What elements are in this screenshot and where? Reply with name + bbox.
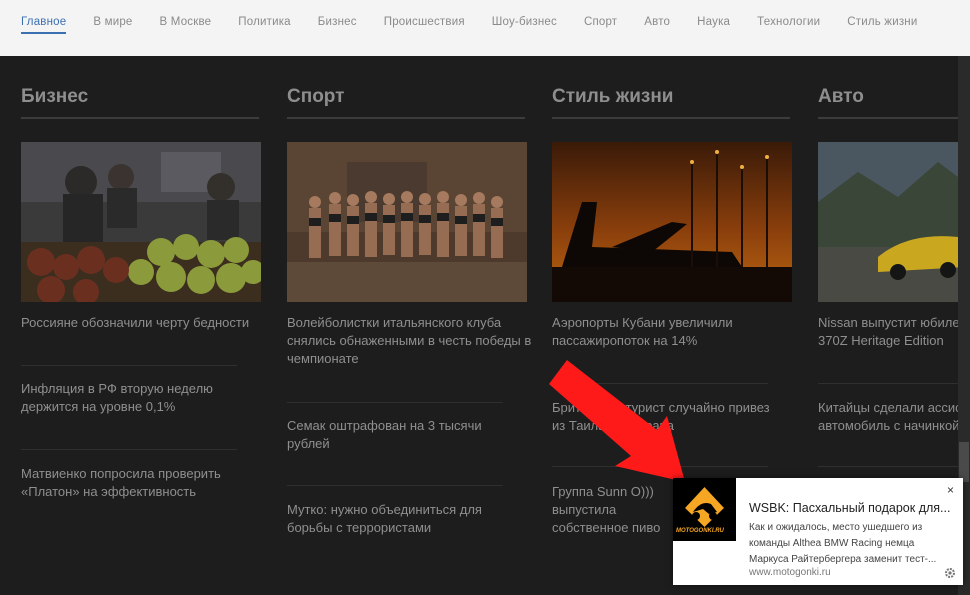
column-title[interactable]: Авто — [818, 86, 864, 108]
notification-url: www.motogonki.ru — [749, 567, 831, 578]
column-title[interactable]: Стиль жизни — [552, 86, 674, 108]
column-title[interactable]: Бизнес — [21, 86, 88, 108]
news-headline[interactable]: Мутко: нужно объединиться для борьбы с т… — [287, 501, 507, 537]
news-headline[interactable]: Волейболистки итальянского клуба снялись… — [287, 314, 532, 368]
news-image-nissan[interactable] — [818, 142, 958, 302]
nav-item-world[interactable]: В мире — [93, 16, 132, 32]
item-divider — [21, 365, 237, 366]
gear-icon[interactable] — [944, 567, 956, 579]
nav-item-main[interactable]: Главное — [21, 16, 67, 34]
column-divider — [552, 117, 790, 119]
nav-item-science[interactable]: Наука — [697, 16, 730, 32]
news-headline[interactable]: Группа Sunn O))) выпустила собственное п… — [552, 483, 672, 537]
item-divider — [287, 402, 503, 403]
nav-item-incidents[interactable]: Происшествия — [384, 16, 465, 32]
news-headline[interactable]: Китайцы сделали ассистента автомобиль с … — [818, 399, 958, 435]
news-headline[interactable]: Матвиенко попросила проверить «Платон» н… — [21, 465, 241, 501]
news-headline[interactable]: Россияне обозначили черту бедности — [21, 314, 261, 332]
nav-item-tech[interactable]: Технологии — [757, 16, 820, 32]
news-image-market[interactable] — [21, 142, 261, 302]
column-divider — [287, 117, 525, 119]
notification-body: Как и ожидалось, место ушедшего из коман… — [749, 522, 937, 565]
news-headline[interactable]: Аэропорты Кубани увеличили пассажиропото… — [552, 314, 752, 350]
column-divider — [818, 117, 958, 119]
item-divider — [287, 485, 503, 486]
news-image-airport[interactable] — [552, 142, 792, 302]
notification-title: WSBK: Пасхальный подарок для... — [749, 501, 951, 515]
red-arrow-icon — [549, 360, 685, 482]
news-headline[interactable]: Инфляция в РФ вторую неделю держится на … — [21, 380, 241, 416]
news-headline[interactable]: Семак оштрафован на 3 тысячи рублей — [287, 417, 507, 453]
close-icon[interactable]: × — [947, 483, 954, 497]
motogonki-logo-text: MOTOGONKI.RU — [676, 528, 724, 534]
nav-item-auto[interactable]: Авто — [644, 16, 670, 32]
push-notification[interactable]: MOTOGONKI.RU WSBK: Пасхальный подарок дл… — [673, 478, 963, 585]
motogonki-logo: MOTOGONKI.RU — [673, 478, 736, 541]
page: Главное В мире В Москве Политика Бизнес … — [0, 0, 970, 595]
scrollbar-thumb[interactable] — [959, 442, 969, 482]
top-nav: Главное В мире В Москве Политика Бизнес … — [0, 0, 970, 56]
nav-item-politics[interactable]: Политика — [238, 16, 291, 32]
news-headline[interactable]: Nissan выпустит юбилейный 370Z Heritage … — [818, 314, 958, 350]
nav-item-lifestyle[interactable]: Стиль жизни — [847, 16, 917, 32]
nav-item-business[interactable]: Бизнес — [318, 16, 357, 32]
item-divider — [818, 466, 958, 467]
column-title[interactable]: Спорт — [287, 86, 344, 108]
column-divider — [21, 117, 259, 119]
nav-item-moscow[interactable]: В Москве — [160, 16, 212, 32]
item-divider — [818, 383, 958, 384]
news-image-volleyball[interactable] — [287, 142, 527, 302]
nav-item-showbiz[interactable]: Шоу-бизнес — [492, 16, 557, 32]
nav-item-sport[interactable]: Спорт — [584, 16, 617, 32]
item-divider — [21, 449, 237, 450]
